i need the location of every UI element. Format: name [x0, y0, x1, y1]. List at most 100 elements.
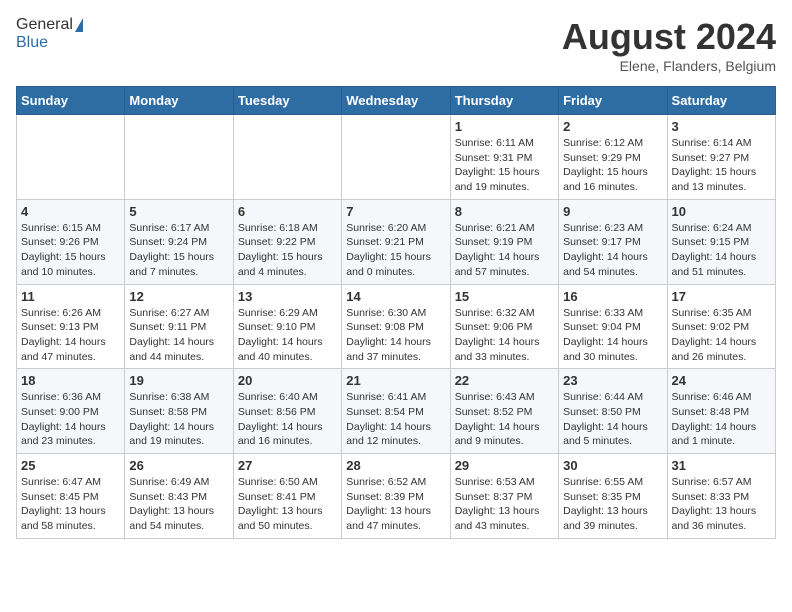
day-number: 8	[455, 204, 554, 219]
day-number: 12	[129, 289, 228, 304]
weekday-header-friday: Friday	[559, 87, 667, 115]
day-content: Sunrise: 6:32 AMSunset: 9:06 PMDaylight:…	[455, 306, 554, 365]
day-number: 19	[129, 373, 228, 388]
calendar-cell: 13 Sunrise: 6:29 AMSunset: 9:10 PMDayligh…	[233, 284, 341, 369]
day-content: Sunrise: 6:18 AMSunset: 9:22 PMDaylight:…	[238, 221, 337, 280]
calendar-cell: 18 Sunrise: 6:36 AMSunset: 9:00 PMDayligh…	[17, 369, 125, 454]
day-number: 17	[672, 289, 771, 304]
calendar-cell: 31Sunrise: 6:57 AMSunset: 8:33 PMDayligh…	[667, 454, 775, 539]
title-area: August 2024 Elene, Flanders, Belgium	[562, 16, 776, 74]
day-number: 9	[563, 204, 662, 219]
day-content: Sunrise: 6:46 AMSunset: 8:48 PMDaylight:…	[672, 390, 771, 449]
calendar-cell: 19Sunrise: 6:38 AMSunset: 8:58 PMDayligh…	[125, 369, 233, 454]
day-content: Sunrise: 6:41 AMSunset: 8:54 PMDaylight:…	[346, 390, 445, 449]
day-number: 22	[455, 373, 554, 388]
calendar-cell: 21 Sunrise: 6:41 AMSunset: 8:54 PMDayligh…	[342, 369, 450, 454]
day-number: 13	[238, 289, 337, 304]
day-number: 16	[563, 289, 662, 304]
calendar-cell: 2 Sunrise: 6:12 AMSunset: 9:29 PMDaylight…	[559, 115, 667, 200]
day-content: Sunrise: 6:30 AMSunset: 9:08 PMDaylight:…	[346, 306, 445, 365]
calendar-cell: 11Sunrise: 6:26 AMSunset: 9:13 PMDayligh…	[17, 284, 125, 369]
day-content: Sunrise: 6:23 AMSunset: 9:17 PMDaylight:…	[563, 221, 662, 280]
calendar-cell: 4Sunrise: 6:15 AMSunset: 9:26 PMDaylight…	[17, 199, 125, 284]
weekday-header-row: SundayMondayTuesdayWednesdayThursdayFrid…	[17, 87, 776, 115]
calendar-cell	[125, 115, 233, 200]
logo-triangle-icon	[75, 18, 83, 32]
day-number: 15	[455, 289, 554, 304]
logo-general-text: General	[16, 16, 73, 34]
calendar-week-1: 1 Sunrise: 6:11 AMSunset: 9:31 PMDaylight…	[17, 115, 776, 200]
day-content: Sunrise: 6:33 AMSunset: 9:04 PMDaylight:…	[563, 306, 662, 365]
calendar-week-5: 25 Sunrise: 6:47 AMSunset: 8:45 PMDayligh…	[17, 454, 776, 539]
calendar-week-4: 18 Sunrise: 6:36 AMSunset: 9:00 PMDayligh…	[17, 369, 776, 454]
day-number: 29	[455, 458, 554, 473]
day-content: Sunrise: 6:52 AMSunset: 8:39 PMDaylight:…	[346, 475, 445, 534]
day-content: Sunrise: 6:20 AMSunset: 9:21 PMDaylight:…	[346, 221, 445, 280]
calendar-cell: 10 Sunrise: 6:24 AMSunset: 9:15 PMDayligh…	[667, 199, 775, 284]
day-number: 18	[21, 373, 120, 388]
day-content: Sunrise: 6:35 AMSunset: 9:02 PMDaylight:…	[672, 306, 771, 365]
calendar-cell: 16 Sunrise: 6:33 AMSunset: 9:04 PMDayligh…	[559, 284, 667, 369]
day-number: 5	[129, 204, 228, 219]
day-number: 25	[21, 458, 120, 473]
day-number: 6	[238, 204, 337, 219]
day-content: Sunrise: 6:27 AMSunset: 9:11 PMDaylight:…	[129, 306, 228, 365]
day-number: 2	[563, 119, 662, 134]
calendar-cell: 6 Sunrise: 6:18 AMSunset: 9:22 PMDaylight…	[233, 199, 341, 284]
day-number: 28	[346, 458, 445, 473]
weekday-header-tuesday: Tuesday	[233, 87, 341, 115]
calendar-cell: 8 Sunrise: 6:21 AMSunset: 9:19 PMDaylight…	[450, 199, 558, 284]
calendar-cell: 22Sunrise: 6:43 AMSunset: 8:52 PMDayligh…	[450, 369, 558, 454]
calendar-cell: 7 Sunrise: 6:20 AMSunset: 9:21 PMDaylight…	[342, 199, 450, 284]
day-number: 30	[563, 458, 662, 473]
day-content: Sunrise: 6:53 AMSunset: 8:37 PMDaylight:…	[455, 475, 554, 534]
calendar-cell: 9 Sunrise: 6:23 AMSunset: 9:17 PMDaylight…	[559, 199, 667, 284]
logo: General Blue	[16, 16, 83, 52]
day-content: Sunrise: 6:12 AMSunset: 9:29 PMDaylight:…	[563, 136, 662, 195]
calendar-cell: 27Sunrise: 6:50 AMSunset: 8:41 PMDayligh…	[233, 454, 341, 539]
month-title: August 2024	[562, 16, 776, 58]
day-content: Sunrise: 6:17 AMSunset: 9:24 PMDaylight:…	[129, 221, 228, 280]
day-content: Sunrise: 6:44 AMSunset: 8:50 PMDaylight:…	[563, 390, 662, 449]
calendar-cell: 25 Sunrise: 6:47 AMSunset: 8:45 PMDayligh…	[17, 454, 125, 539]
day-number: 4	[21, 204, 120, 219]
day-content: Sunrise: 6:29 AMSunset: 9:10 PMDaylight:…	[238, 306, 337, 365]
calendar-cell: 26 Sunrise: 6:49 AMSunset: 8:43 PMDayligh…	[125, 454, 233, 539]
day-number: 10	[672, 204, 771, 219]
weekday-header-thursday: Thursday	[450, 87, 558, 115]
calendar-cell	[342, 115, 450, 200]
calendar-cell: 5 Sunrise: 6:17 AMSunset: 9:24 PMDaylight…	[125, 199, 233, 284]
day-number: 14	[346, 289, 445, 304]
day-content: Sunrise: 6:57 AMSunset: 8:33 PMDaylight:…	[672, 475, 771, 534]
day-number: 3	[672, 119, 771, 134]
weekday-header-sunday: Sunday	[17, 87, 125, 115]
day-number: 21	[346, 373, 445, 388]
calendar-cell: 17 Sunrise: 6:35 AMSunset: 9:02 PMDayligh…	[667, 284, 775, 369]
day-content: Sunrise: 6:40 AMSunset: 8:56 PMDaylight:…	[238, 390, 337, 449]
day-content: Sunrise: 6:11 AMSunset: 9:31 PMDaylight:…	[455, 136, 554, 195]
day-number: 26	[129, 458, 228, 473]
calendar-week-3: 11Sunrise: 6:26 AMSunset: 9:13 PMDayligh…	[17, 284, 776, 369]
day-number: 11	[21, 289, 120, 304]
day-number: 1	[455, 119, 554, 134]
day-content: Sunrise: 6:36 AMSunset: 9:00 PMDaylight:…	[21, 390, 120, 449]
day-number: 23	[563, 373, 662, 388]
day-number: 7	[346, 204, 445, 219]
day-content: Sunrise: 6:14 AMSunset: 9:27 PMDaylight:…	[672, 136, 771, 195]
day-content: Sunrise: 6:47 AMSunset: 8:45 PMDaylight:…	[21, 475, 120, 534]
calendar-table: SundayMondayTuesdayWednesdayThursdayFrid…	[16, 86, 776, 539]
calendar-cell	[233, 115, 341, 200]
day-content: Sunrise: 6:24 AMSunset: 9:15 PMDaylight:…	[672, 221, 771, 280]
calendar-week-2: 4Sunrise: 6:15 AMSunset: 9:26 PMDaylight…	[17, 199, 776, 284]
day-number: 27	[238, 458, 337, 473]
day-content: Sunrise: 6:21 AMSunset: 9:19 PMDaylight:…	[455, 221, 554, 280]
calendar-cell: 3 Sunrise: 6:14 AMSunset: 9:27 PMDaylight…	[667, 115, 775, 200]
calendar-cell: 29 Sunrise: 6:53 AMSunset: 8:37 PMDayligh…	[450, 454, 558, 539]
weekday-header-monday: Monday	[125, 87, 233, 115]
weekday-header-saturday: Saturday	[667, 87, 775, 115]
day-content: Sunrise: 6:49 AMSunset: 8:43 PMDaylight:…	[129, 475, 228, 534]
calendar-cell: 23 Sunrise: 6:44 AMSunset: 8:50 PMDayligh…	[559, 369, 667, 454]
calendar-cell: 15 Sunrise: 6:32 AMSunset: 9:06 PMDayligh…	[450, 284, 558, 369]
day-content: Sunrise: 6:55 AMSunset: 8:35 PMDaylight:…	[563, 475, 662, 534]
page-header: General Blue August 2024 Elene, Flanders…	[16, 16, 776, 74]
